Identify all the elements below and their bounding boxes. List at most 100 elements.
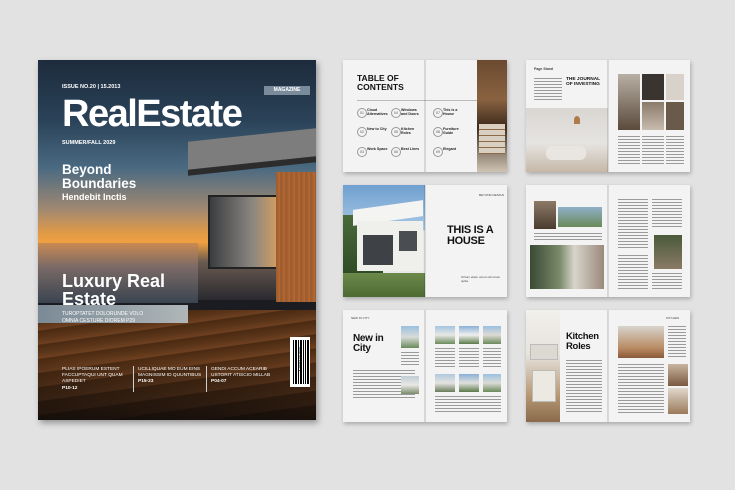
lamp xyxy=(574,116,580,124)
toc-title: TABLE OF CONTENTS xyxy=(357,73,404,92)
kitchen-photo xyxy=(668,388,688,414)
cover-column-2-text: UCILLIQUAE MO EUM EINS MAGNISSIM ID QUUN… xyxy=(138,367,202,379)
house-photo xyxy=(483,326,501,344)
body-text xyxy=(652,273,682,289)
toc-item: Work Space xyxy=(367,147,388,151)
cover-column-2: UCILLIQUAE MO EUM EINS MAGNISSIM ID QUUN… xyxy=(138,367,206,386)
cover-column-3-page: P04-07 xyxy=(211,379,227,385)
exterior-photo xyxy=(558,207,602,227)
cover-column-2-page: P15-23 xyxy=(138,379,154,385)
newcity-tag: NEW IN CITY xyxy=(351,316,370,320)
body-text xyxy=(652,199,682,229)
toc-item: Best Lines xyxy=(401,147,420,151)
toc-item: Furniture Guide xyxy=(443,127,459,135)
body-text xyxy=(618,199,648,249)
body-text xyxy=(666,136,684,166)
house-photo xyxy=(435,326,455,344)
cover-column-divider xyxy=(133,366,134,392)
toc-number: 07 xyxy=(433,108,443,118)
page-fold xyxy=(607,310,609,422)
cover-feature: Luxury Real Estate xyxy=(62,271,166,309)
house-subtitle: Ortium etiam verum ab rerum quibe xyxy=(461,275,501,283)
body-text xyxy=(642,136,664,166)
body-text xyxy=(566,360,602,414)
house-window xyxy=(399,231,417,251)
spread-new-in-city: NEW IN CITY New in City xyxy=(343,310,507,422)
cover-season: SUMMER/FALL 2029 xyxy=(62,140,116,146)
toc-number: 01 xyxy=(357,108,367,118)
cover-column-3: GENDI ACCUM ACEARIB USTORIT ATISCIO MILL… xyxy=(211,367,279,386)
cover-house-glass xyxy=(208,195,282,269)
shelf-photo xyxy=(479,124,505,154)
toc-item: Cloud Alternatives xyxy=(367,108,388,116)
kitchen-tag: KITCHEN xyxy=(666,316,680,320)
cover-column-3-text: GENDI ACCUM ACEARIB USTORIT ATISCIO MILL… xyxy=(211,367,271,379)
toc-item: Elegant xyxy=(443,147,456,151)
interior-photo xyxy=(642,102,664,130)
house-photo xyxy=(435,374,455,392)
cover-column-divider xyxy=(206,366,207,392)
toc-number: 05 xyxy=(391,127,401,137)
cover-issue: ISSUE NO.20 | 15.2013 xyxy=(62,84,121,90)
house-photo xyxy=(459,326,479,344)
interior-photo xyxy=(477,60,507,172)
sofa xyxy=(546,146,586,160)
house-window xyxy=(363,235,393,265)
interior-photo xyxy=(666,102,684,130)
body-text xyxy=(401,352,419,366)
house-photo xyxy=(401,376,419,394)
body-text xyxy=(459,348,479,368)
page-fold xyxy=(607,185,609,297)
spread-table-of-contents: TABLE OF CONTENTS 01 Cloud Alternatives … xyxy=(343,60,507,172)
cover-house-wall xyxy=(276,172,316,302)
body-text xyxy=(435,348,455,368)
house-photo xyxy=(483,374,501,392)
house-photo xyxy=(401,326,419,348)
lawn xyxy=(343,273,425,297)
kitchen-title: Kitchen Roles xyxy=(566,331,599,352)
interior-photo xyxy=(642,74,664,100)
spread-journal-of-investing: Page Stand THE JOURNAL OF INVESTING xyxy=(526,60,690,172)
toc-divider xyxy=(357,100,485,101)
house-photo xyxy=(459,374,479,392)
toc-number: 09 xyxy=(433,147,443,157)
interior-photo xyxy=(530,245,604,289)
spread-this-is-a-house: BEYOND DESIGN THIS IS A HOUSE Ortium eti… xyxy=(343,185,507,297)
house-tag: BEYOND DESIGN xyxy=(479,193,505,197)
journal-title: THE JOURNAL OF INVESTING xyxy=(566,77,601,87)
newcity-title: New in City xyxy=(353,333,384,354)
body-text xyxy=(483,348,501,368)
toc-number: 04 xyxy=(391,108,401,118)
page-fold xyxy=(424,310,426,422)
page-fold xyxy=(424,185,426,297)
interior-photo xyxy=(618,74,640,130)
toc-item: Windows and Doors xyxy=(401,108,419,116)
toc-item: Kitchen Roles xyxy=(401,127,415,135)
kitchen-photo xyxy=(618,326,664,358)
kitchen-cabinet xyxy=(530,344,558,360)
cover-magazine-tag: MAGAZINE xyxy=(264,86,310,95)
cover-column-1: PLIAS IPOERUM ESTENT FACCUPTAQUI UNT QUA… xyxy=(62,367,137,392)
magazine-cover: ISSUE NO.20 | 15.2013 MAGAZINE RealEstat… xyxy=(38,60,316,420)
body-text xyxy=(668,326,686,358)
toc-item: This is a House xyxy=(443,108,458,116)
cover-barcode: 4 018133 007 xyxy=(290,337,310,387)
toc-number: 02 xyxy=(357,127,367,137)
toc-item: New to City xyxy=(367,127,387,131)
kitchen-island xyxy=(532,370,556,402)
kitchen-photo xyxy=(526,310,560,422)
body-text xyxy=(534,233,602,241)
cover-teaser-line2: OMNIA CESTURE DIOREM P29 xyxy=(62,318,136,324)
interior-photo xyxy=(666,74,684,100)
spread-kitchen-roles: Kitchen Roles KITCHEN xyxy=(526,310,690,422)
living-room-photo xyxy=(526,108,608,172)
toc-number: 06 xyxy=(391,147,401,157)
house-title: THIS IS A HOUSE xyxy=(447,224,493,247)
body-text xyxy=(618,136,640,166)
interior-photo xyxy=(654,235,682,269)
toc-number: 03 xyxy=(357,147,367,157)
cover-barcode-number: 4 018133 007 xyxy=(297,347,303,372)
page-fold xyxy=(424,60,426,172)
spread-article xyxy=(526,185,690,297)
body-text xyxy=(618,364,664,414)
